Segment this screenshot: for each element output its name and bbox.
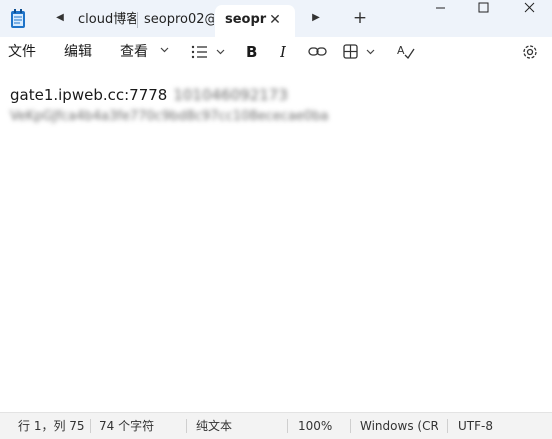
close-icon[interactable]: ✕ [266, 5, 284, 35]
redacted-text: 101046092173 [173, 86, 288, 104]
notepad-icon [11, 9, 25, 28]
chevron-right-icon[interactable]: ▶ [307, 9, 325, 27]
link-button[interactable] [308, 41, 328, 63]
spellcheck-button[interactable]: A [396, 41, 416, 63]
tab-label: seopro02@c [144, 12, 214, 27]
table-button[interactable] [342, 41, 380, 63]
status-separator [186, 419, 187, 433]
menu-file[interactable]: 文件 [8, 37, 36, 67]
bold-icon[interactable]: B [246, 37, 257, 67]
zoom-level[interactable]: 100% [298, 413, 332, 439]
settings-button[interactable] [520, 41, 540, 63]
list-button[interactable] [190, 41, 230, 63]
status-separator [447, 419, 448, 433]
text-format[interactable]: 纯文本 [196, 413, 232, 439]
tab-label: cloud博客 [78, 12, 136, 27]
menu-edit[interactable]: 编辑 [64, 37, 92, 67]
svg-text:A: A [397, 44, 405, 57]
minimize-icon [436, 7, 445, 9]
bulleted-list-icon [191, 45, 225, 59]
editor-line-1: gate1.ipweb.cc:7778 101046092173 [10, 85, 288, 105]
link-icon [308, 47, 327, 56]
editor-line-2: VeKpGJfca4b4a3fe770c9bd8c97cc108ececae0b… [10, 107, 328, 127]
status-bar: 行 1，列 75 74 个字符 纯文本 100% Windows (CRLF) … [0, 412, 552, 439]
tab-seopro02[interactable]: seopro02@c [138, 5, 214, 37]
text-editor[interactable]: gate1.ipweb.cc:7778 101046092173 VeKpGJfc… [0, 67, 552, 412]
minimize-button[interactable] [418, 0, 464, 18]
gear-icon [523, 45, 537, 59]
spellcheck-icon: A [397, 44, 415, 60]
toolbar: 文件 编辑 查看 B I A [0, 37, 552, 67]
table-icon [343, 44, 375, 59]
plus-icon[interactable]: + [350, 8, 370, 28]
title-bar: ◀ cloud博客 seopro02@c seopr ✕ ▶ + [0, 0, 552, 37]
encoding[interactable]: UTF-8 [458, 413, 493, 439]
redacted-text: VeKpGJfca4b4a3fe770c9bd8c97cc108ececae0b… [10, 109, 329, 124]
maximize-button[interactable] [461, 0, 507, 18]
menu-view[interactable]: 查看 [120, 37, 150, 67]
line-ending[interactable]: Windows (CRLF) [360, 413, 438, 439]
line-text: gate1.ipweb.cc:7778 [10, 86, 168, 104]
character-count: 74 个字符 [99, 419, 155, 433]
status-separator [90, 419, 91, 433]
tab-label: seopr [225, 12, 267, 27]
tab-cloud-blog[interactable]: cloud博客 [72, 5, 136, 37]
cursor-position: 行 1，列 75 [18, 419, 85, 433]
close-icon [524, 2, 535, 13]
status-separator [287, 419, 288, 433]
chevron-left-icon[interactable]: ◀ [51, 9, 69, 27]
chevron-down-icon [160, 47, 169, 53]
maximize-icon [478, 2, 489, 13]
italic-icon[interactable]: I [280, 37, 286, 67]
close-window-button[interactable] [506, 0, 552, 18]
status-separator [350, 419, 351, 433]
